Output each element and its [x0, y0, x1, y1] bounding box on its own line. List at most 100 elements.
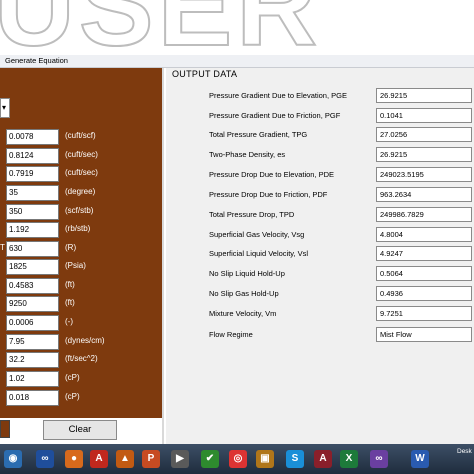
output-row: Flow Regime Mist Flow: [166, 327, 474, 343]
input-unit-label: (R): [65, 243, 77, 252]
input-row: 7.95 (dynes/cm): [0, 334, 162, 351]
output-label: Flow Regime: [209, 330, 253, 339]
output-value-field[interactable]: 0.5064: [376, 266, 472, 281]
input-unit-label: (ft): [65, 298, 75, 307]
input-row: 0.4583 (ft): [0, 278, 162, 295]
input-row: 0.8124 (cuft/sec): [0, 148, 162, 165]
calculate-button[interactable]: [0, 420, 10, 438]
input-value-field[interactable]: 0.0006: [6, 315, 59, 331]
output-row: Two-Phase Density, es 26.9215: [166, 147, 474, 163]
input-row: 1.192 (rb/stb): [0, 222, 162, 239]
input-unit-label: (Psia): [65, 261, 86, 270]
photo-app-icon[interactable]: ▣: [256, 450, 274, 468]
input-value-field[interactable]: 1.02: [6, 371, 59, 387]
input-unit-label: (cuft/sec): [65, 150, 98, 159]
input-row: 0.0078 (cuft/scf): [0, 129, 162, 146]
output-row: Total Pressure Drop, TPD 249986.7829: [166, 207, 474, 223]
skype-icon[interactable]: S: [286, 450, 304, 468]
output-value-field[interactable]: 963.2634: [376, 187, 472, 202]
output-value-field[interactable]: 26.9215: [376, 88, 472, 103]
input-unit-label: (ft/sec^2): [65, 354, 98, 363]
input-value-field[interactable]: 1.192: [6, 222, 59, 238]
watermark-logo: USER: [0, 0, 474, 58]
input-unit-label: (rb/stb): [65, 224, 91, 233]
output-value-field[interactable]: 26.9215: [376, 147, 472, 162]
output-label: Superficial Gas Velocity, Vsg: [209, 230, 305, 239]
input-value-field[interactable]: 9250: [6, 296, 59, 312]
output-row: Superficial Liquid Velocity, Vsl 4.9247: [166, 246, 474, 262]
input-row: 1825 (Psia): [0, 259, 162, 276]
excel-icon[interactable]: X: [340, 450, 358, 468]
output-label: Total Pressure Gradient, TPG: [209, 130, 308, 139]
output-value-field[interactable]: 4.8004: [376, 227, 472, 242]
start-orb-icon[interactable]: ◉: [4, 450, 22, 468]
output-value-field[interactable]: 4.9247: [376, 246, 472, 261]
input-row: T 630 (R): [0, 241, 162, 258]
input-unit-label: (cuft/scf): [65, 131, 96, 140]
input-value-field[interactable]: 1825: [6, 259, 59, 275]
input-value-field[interactable]: 0.4583: [6, 278, 59, 294]
output-row: Pressure Drop Due to Friction, PDF 963.26…: [166, 187, 474, 203]
output-value-field[interactable]: 9.7251: [376, 306, 472, 321]
output-label: Two-Phase Density, es: [209, 150, 286, 159]
input-unit-label: (dynes/cm): [65, 336, 105, 345]
input-row: 1.02 (cP): [0, 371, 162, 388]
input-value-field[interactable]: 35: [6, 185, 59, 201]
input-row: 350 (scf/stb): [0, 204, 162, 221]
word-icon[interactable]: W: [411, 450, 429, 468]
output-row: No Slip Liquid Hold-Up 0.5064: [166, 266, 474, 282]
input-value-field[interactable]: 0.8124: [6, 148, 59, 164]
input-unit-label: (cuft/sec): [65, 168, 98, 177]
output-title: OUTPUT DATA: [172, 69, 238, 79]
ms-access-icon[interactable]: A: [314, 450, 332, 468]
output-value-field[interactable]: 27.0256: [376, 127, 472, 142]
menu-item-generate-equation[interactable]: Generate Equation: [5, 55, 68, 67]
input-row: 9250 (ft): [0, 296, 162, 313]
input-value-field[interactable]: 32.2: [6, 352, 59, 368]
input-value-field[interactable]: 630: [6, 241, 59, 257]
output-label: No Slip Gas Hold-Up: [209, 289, 279, 298]
input-value-field[interactable]: 350: [6, 204, 59, 220]
output-label: Pressure Gradient Due to Elevation, PGE: [209, 91, 347, 100]
powerpoint-icon[interactable]: P: [142, 450, 160, 468]
output-label: Mixture Velocity, Vm: [209, 309, 277, 318]
input-unit-label: (-): [65, 317, 73, 326]
acrobat-icon[interactable]: A: [90, 450, 108, 468]
input-unit-label: (ft): [65, 280, 75, 289]
output-row: Pressure Gradient Due to Friction, PGF 0.…: [166, 108, 474, 124]
output-value-field[interactable]: 249023.5195: [376, 167, 472, 182]
firefox-icon[interactable]: ●: [65, 450, 83, 468]
output-value-field[interactable]: 0.4936: [376, 286, 472, 301]
input-row: 0.018 (cP): [0, 390, 162, 407]
output-label: Pressure Gradient Due to Friction, PGF: [209, 111, 341, 120]
output-row: Mixture Velocity, Vm 9.7251: [166, 306, 474, 322]
output-value-field[interactable]: 0.1041: [376, 108, 472, 123]
input-value-field[interactable]: 0.0078: [6, 129, 59, 145]
output-label: Pressure Drop Due to Friction, PDF: [209, 190, 328, 199]
output-label: Superficial Liquid Velocity, Vsl: [209, 249, 309, 258]
clear-button[interactable]: Clear: [43, 420, 117, 440]
output-label: Total Pressure Drop, TPD: [209, 210, 295, 219]
visual-studio-icon[interactable]: ∞: [370, 450, 388, 468]
infinity-app-icon[interactable]: ∞: [36, 450, 54, 468]
output-row: Pressure Gradient Due to Elevation, PGE 2…: [166, 88, 474, 104]
input-value-field[interactable]: 0.018: [6, 390, 59, 406]
selection-dropdown[interactable]: ▾: [0, 98, 10, 118]
input-unit-label: (cP): [65, 392, 80, 401]
chrome-icon[interactable]: ◎: [229, 450, 247, 468]
matlab-icon[interactable]: ▲: [116, 450, 134, 468]
output-value-field[interactable]: Mist Flow: [376, 327, 472, 342]
input-value-field[interactable]: 0.7919: [6, 166, 59, 182]
input-value-field[interactable]: 7.95: [6, 334, 59, 350]
input-left-label: T: [0, 243, 5, 252]
output-row: Superficial Gas Velocity, Vsg 4.8004: [166, 227, 474, 243]
output-row: Total Pressure Gradient, TPG 27.0256: [166, 127, 474, 143]
media-player-icon[interactable]: ▶: [171, 450, 189, 468]
checkmark-app-icon[interactable]: ✔: [201, 450, 219, 468]
input-row: 0.0006 (-): [0, 315, 162, 332]
output-value-field[interactable]: 249986.7829: [376, 207, 472, 222]
watermark-text: USER: [0, 0, 321, 58]
output-row: Pressure Drop Due to Elevation, PDE 24902…: [166, 167, 474, 183]
output-label: No Slip Liquid Hold-Up: [209, 269, 285, 278]
input-row: 32.2 (ft/sec^2): [0, 352, 162, 369]
